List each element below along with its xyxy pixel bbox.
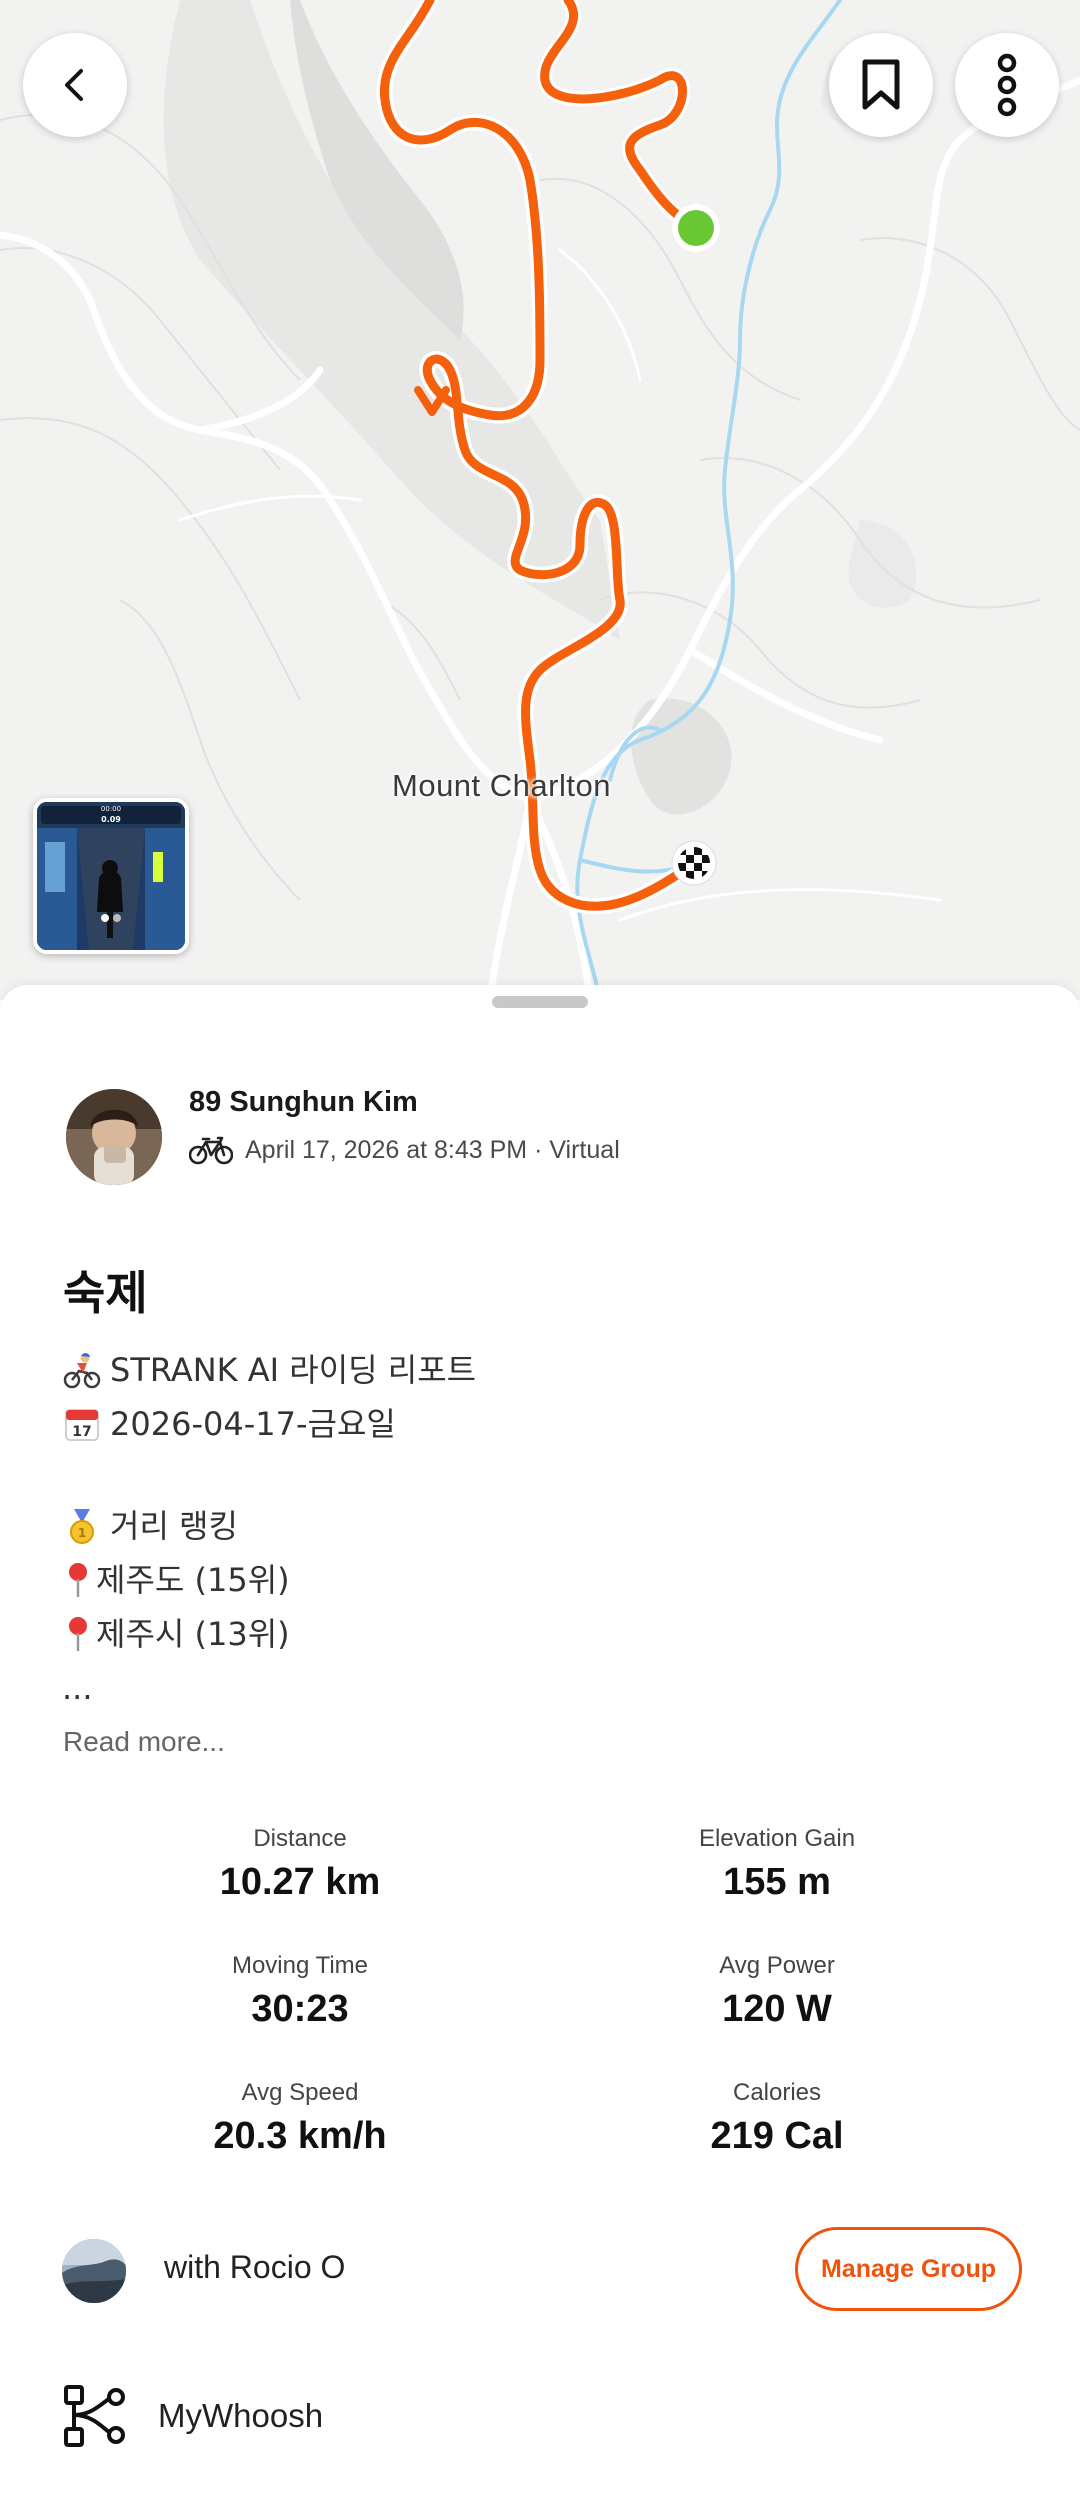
medal-emoji-icon: 1 <box>62 1506 102 1546</box>
description-line: 제주도 (15위) <box>62 1553 1022 1607</box>
activity-meta: April 17, 2026 at 8:43 PM · Virtual <box>189 1135 620 1165</box>
athlete-name[interactable]: 89 Sunghun Kim <box>189 1086 418 1119</box>
activity-title: 숙제 <box>63 1266 148 1320</box>
bookmark-button[interactable] <box>829 33 933 137</box>
svg-text:1: 1 <box>78 1526 86 1540</box>
bicycle-icon <box>189 1136 233 1165</box>
activity-details-sheet[interactable]: 89 Sunghun Kim April 17, 2026 at 8:43 PM… <box>0 985 1080 2507</box>
activity-date-type: April 17, 2026 at 8:43 PM · Virtual <box>245 1135 620 1164</box>
game-screenshot-image: 00:00 0.09 <box>37 802 185 950</box>
route-finish-marker <box>671 840 717 886</box>
description-line: 제주시 (13위) <box>62 1607 1022 1661</box>
description-line: ... <box>62 1669 93 1707</box>
pin-emoji-icon <box>62 1614 94 1654</box>
activity-description: STRANK AI 라이딩 리포트 17 2026-04-17-금요일 1 거리… <box>62 1343 1022 1715</box>
activity-photo-thumbnail[interactable]: 00:00 0.09 <box>33 798 189 954</box>
chevron-left-icon <box>65 69 83 101</box>
more-vertical-icon <box>997 53 1017 117</box>
stat-calories: Calories 219 Cal <box>710 2079 844 2157</box>
description-line: STRANK AI 라이딩 리포트 <box>62 1343 1022 1397</box>
map-place-label: Mount Charlton <box>392 768 611 803</box>
group-member-avatar[interactable] <box>62 2239 126 2303</box>
group-activity-row[interactable]: with Rocio O Manage Group <box>62 2227 1022 2311</box>
stat-moving-time: Moving Time 30:23 <box>231 1952 369 2030</box>
device-name: MyWhoosh <box>158 2397 324 2434</box>
manage-group-button[interactable]: Manage Group <box>795 2227 1022 2311</box>
more-options-button[interactable] <box>955 33 1059 137</box>
hud-value: 0.09 <box>101 815 121 824</box>
pin-emoji-icon <box>62 1560 94 1600</box>
read-more-link[interactable]: Read more... <box>63 1726 225 1758</box>
sheet-drag-handle[interactable] <box>492 996 588 1008</box>
athlete-avatar[interactable] <box>66 1089 162 1185</box>
avatar-photo <box>62 2239 126 2303</box>
description-line: 1 거리 랭킹 <box>62 1499 1022 1553</box>
device-row[interactable]: MyWhoosh <box>62 2383 662 2449</box>
stat-distance: Distance 10.27 km <box>219 1825 381 1903</box>
bookmark-icon <box>862 59 900 110</box>
route-map[interactable]: Mount Charlton 00:00 0.09 <box>0 0 1080 1000</box>
group-members-text[interactable]: with Rocio O <box>164 2249 345 2286</box>
cyclist-emoji-icon <box>62 1350 102 1390</box>
avatar-photo <box>66 1089 162 1185</box>
stat-avg-power: Avg Power 120 W <box>719 1952 835 2030</box>
hud-time: 00:00 <box>101 805 121 813</box>
device-connections-icon <box>64 2385 125 2447</box>
stat-avg-speed: Avg Speed 20.3 km/h <box>213 2079 387 2157</box>
calendar-emoji-icon: 17 <box>62 1404 102 1444</box>
svg-text:17: 17 <box>72 1424 91 1440</box>
back-button[interactable] <box>23 33 127 137</box>
description-line: 17 2026-04-17-금요일 <box>62 1397 1022 1451</box>
stat-elevation-gain: Elevation Gain 155 m <box>698 1825 856 1903</box>
